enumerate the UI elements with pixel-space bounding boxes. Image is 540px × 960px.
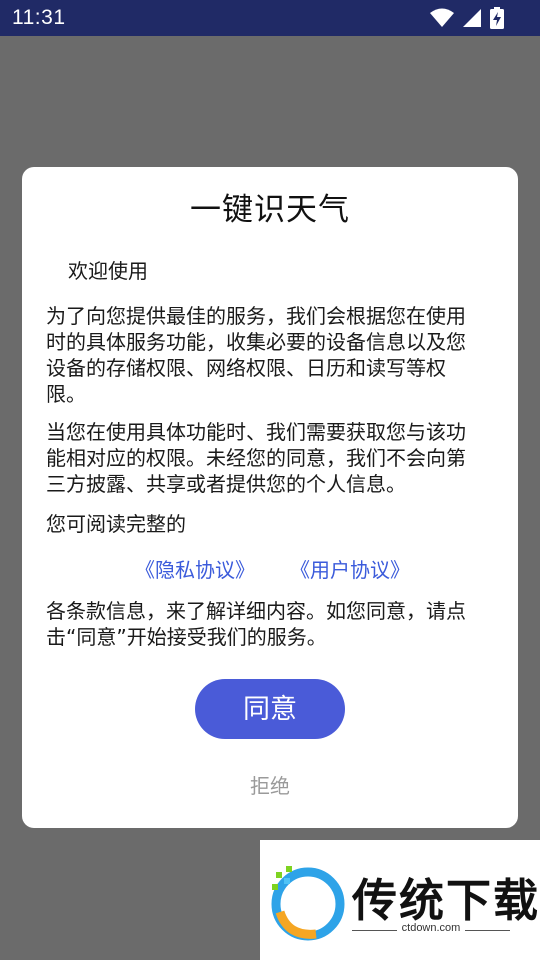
privacy-policy-link[interactable]: 《隐私协议》 <box>135 554 255 583</box>
dialog-title: 一键识天气 <box>190 192 350 228</box>
intro-line: 限。 <box>46 382 86 406</box>
watermark-brand: 传统下载 <box>352 874 540 927</box>
welcome-text: 欢迎使用 <box>68 259 148 283</box>
terms-line: 击“同意”开始接受我们的服务。 <box>46 625 327 649</box>
terms-paragraph: 各条款信息，来了解详细内容。如您同意，请点 击“同意”开始接受我们的服务。 <box>46 598 496 650</box>
wifi-icon <box>430 8 454 27</box>
watermark-logo-icon <box>271 866 345 941</box>
read-full-text: 您可阅读完整的 <box>46 512 186 536</box>
battery-charging-icon <box>490 7 504 29</box>
intro-line: 时的具体服务功能，收集必要的设备信息以及您 <box>46 330 466 354</box>
status-icons <box>430 7 504 29</box>
intro-paragraph: 为了向您提供最佳的服务，我们会根据您在使用 时的具体服务功能，收集必要的设备信息… <box>46 303 496 407</box>
terms-line: 各条款信息，来了解详细内容。如您同意，请点 <box>46 599 466 623</box>
signal-icon <box>463 9 481 27</box>
permission-paragraph: 当您在使用具体功能时、我们需要获取您与该功 能相对应的权限。未经您的同意，我们不… <box>46 419 496 497</box>
intro-line: 设备的存储权限、网络权限、日历和读写等权 <box>46 356 446 380</box>
status-bar: 11:31 <box>0 0 540 36</box>
permission-line: 能相对应的权限。未经您的同意，我们不会向第 <box>46 446 466 470</box>
permission-line: 三方披露、共享或者提供您的个人信息。 <box>46 472 406 496</box>
intro-line: 为了向您提供最佳的服务，我们会根据您在使用 <box>46 304 466 328</box>
agree-button[interactable]: 同意 <box>195 679 345 739</box>
reject-button[interactable]: 拒绝 <box>230 770 310 799</box>
status-time: 11:31 <box>12 6 66 29</box>
permission-line: 当您在使用具体功能时、我们需要获取您与该功 <box>46 420 466 444</box>
user-agreement-link[interactable]: 《用户协议》 <box>290 554 410 583</box>
watermark-site: ctdown.com <box>352 922 510 934</box>
watermark-site-text: ctdown.com <box>396 922 466 934</box>
